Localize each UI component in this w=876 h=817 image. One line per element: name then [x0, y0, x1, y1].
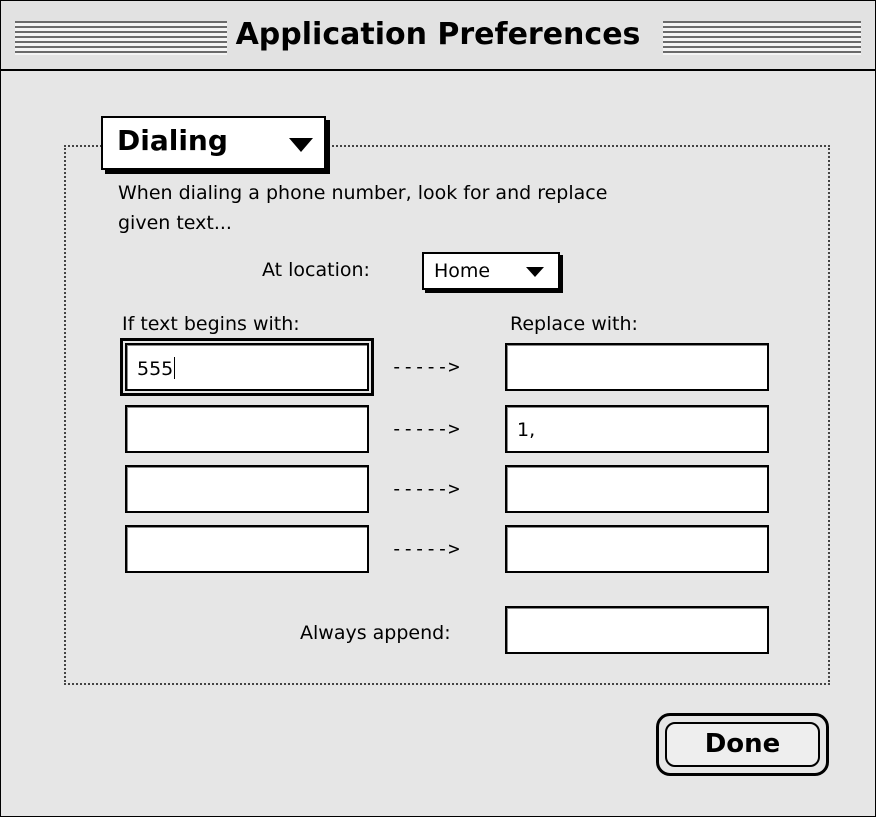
row-arrow-3: ----->	[391, 478, 460, 500]
done-button-label: Done	[665, 722, 820, 767]
begins-with-field-3[interactable]	[125, 465, 369, 513]
done-button[interactable]: Done	[656, 713, 829, 776]
chevron-down-icon	[526, 267, 544, 277]
location-popup-value: Home	[434, 260, 491, 282]
row-arrow-4: ----->	[391, 538, 460, 560]
chevron-down-icon	[289, 138, 313, 152]
location-popup[interactable]: Home	[422, 252, 560, 290]
replace-with-field-4[interactable]	[505, 525, 769, 573]
description-line-2: given text...	[118, 212, 232, 234]
begins-with-value-1: 555	[137, 358, 174, 380]
begins-with-header: If text begins with:	[122, 313, 300, 335]
replace-with-field-1[interactable]	[505, 343, 769, 391]
section-popup[interactable]: Dialing	[101, 116, 326, 170]
row-arrow-1: ----->	[391, 356, 460, 378]
title-bar[interactable]: Application Preferences	[1, 1, 875, 71]
replace-with-field-3[interactable]	[505, 465, 769, 513]
always-append-field[interactable]	[505, 606, 769, 654]
replace-with-header: Replace with:	[510, 313, 638, 335]
replace-with-field-2[interactable]: 1,	[505, 405, 769, 453]
begins-with-field-2[interactable]	[125, 405, 369, 453]
location-label: At location:	[262, 259, 370, 281]
begins-with-field-1[interactable]: 555	[120, 338, 374, 396]
section-popup-label: Dialing	[117, 124, 228, 157]
description-line-1: When dialing a phone number, look for an…	[118, 182, 608, 204]
window-title: Application Preferences	[227, 17, 649, 52]
row-arrow-2: ----->	[391, 418, 460, 440]
text-caret	[174, 357, 176, 379]
always-append-label: Always append:	[300, 622, 451, 644]
begins-with-field-4[interactable]	[125, 525, 369, 573]
replace-with-value-2: 1,	[517, 419, 536, 441]
